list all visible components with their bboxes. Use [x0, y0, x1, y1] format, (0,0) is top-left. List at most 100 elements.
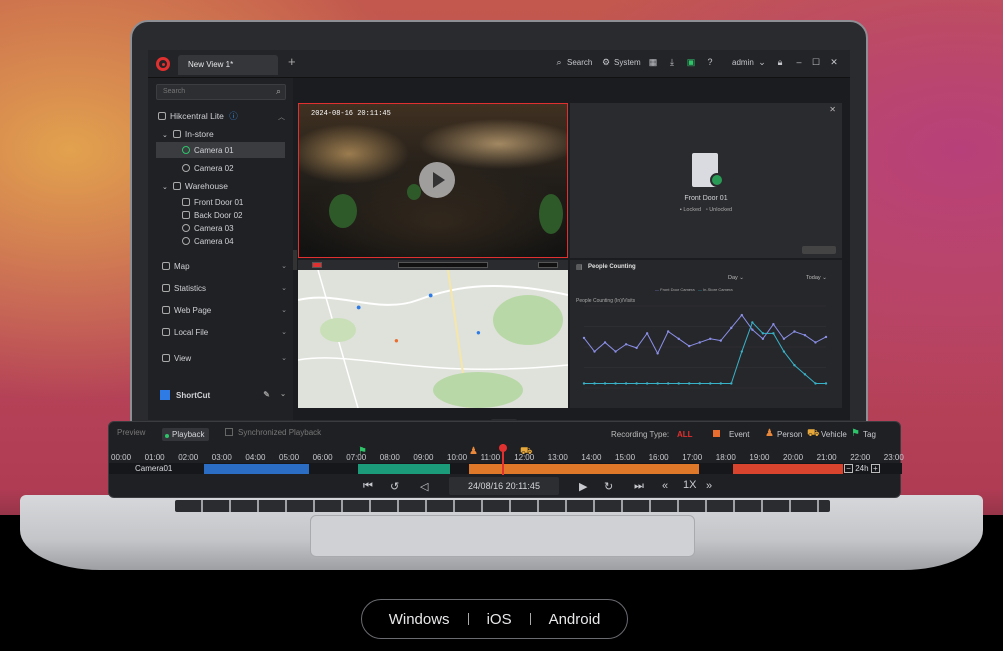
group-label: Warehouse: [184, 181, 229, 191]
camera-item[interactable]: Camera 03: [182, 224, 234, 233]
lock-icon[interactable]: 🔒︎: [774, 56, 786, 68]
tab-playback[interactable]: Playback: [162, 428, 210, 441]
splitter-handle[interactable]: [293, 250, 297, 270]
section-statistics[interactable]: Statistics ⌄: [162, 284, 287, 293]
playhead[interactable]: [499, 444, 507, 475]
view-icon: [162, 354, 170, 362]
legend-event: Event: [729, 430, 750, 439]
camera-item[interactable]: Camera 01: [156, 142, 285, 158]
play-icon[interactable]: ▶: [579, 480, 587, 493]
system-button[interactable]: System: [614, 58, 641, 67]
site-icon: [158, 112, 166, 120]
close-icon[interactable]: ✕: [828, 56, 840, 68]
door-pane[interactable]: ✕ Front Door 01 ▪ Locked ▫ Unlocked: [570, 103, 842, 258]
group-in-store[interactable]: ⌄ In-store: [162, 129, 214, 139]
camera-item[interactable]: Camera 04: [182, 237, 234, 246]
grid-icon[interactable]: ▦: [647, 56, 659, 68]
door-item[interactable]: Front Door 01: [182, 198, 243, 207]
sync-playback-toggle[interactable]: Synchronized Playback: [225, 428, 321, 437]
tab-preview[interactable]: Preview: [117, 428, 145, 437]
data-point: [593, 350, 596, 353]
map-pin-icon[interactable]: ●: [428, 290, 433, 300]
door-status-legend: ▪ Locked ▫ Unlocked: [570, 207, 842, 213]
maximize-icon[interactable]: ☐: [810, 56, 822, 68]
zoom-control[interactable]: − 24h +: [844, 464, 896, 474]
monitor-icon[interactable]: ▣: [685, 56, 697, 68]
tree-root[interactable]: Hikcentral Lite ⓘ: [158, 110, 238, 122]
chevron-down-icon: ⌄: [281, 355, 287, 362]
data-point: [698, 382, 701, 385]
play-icon[interactable]: [419, 162, 455, 198]
zoom-in-icon[interactable]: +: [870, 464, 880, 473]
user-menu[interactable]: admin: [732, 58, 754, 67]
vehicle-icon[interactable]: ⛟: [520, 446, 533, 459]
recording-type-label: Recording Type:: [611, 430, 670, 439]
shortcut-label: ShortCut: [176, 391, 211, 400]
map-pin-icon[interactable]: ●: [394, 336, 399, 345]
camera-icon: [182, 146, 190, 154]
door-item[interactable]: Back Door 02: [182, 211, 242, 220]
edit-icon[interactable]: ✎: [263, 390, 270, 399]
timeline-tick: 14:00: [581, 453, 602, 462]
recording-segment-blue[interactable]: [204, 464, 309, 474]
next-frame-icon[interactable]: ⏭︎: [634, 480, 644, 493]
legend-vehicle: Vehicle: [821, 430, 847, 439]
zoom-out-icon[interactable]: −: [844, 464, 853, 473]
resource-search-input[interactable]: Search ⌕: [156, 84, 286, 100]
search-icon[interactable]: ⌕: [553, 56, 565, 68]
rewind-10-icon[interactable]: ↺: [390, 480, 399, 493]
pane-toolbar[interactable]: [802, 246, 836, 254]
help-icon[interactable]: ?: [704, 56, 716, 68]
data-point: [782, 337, 786, 340]
timeline-tick: 08:00: [379, 453, 400, 462]
playback-datetime[interactable]: 24/08/16 20:11:45: [449, 477, 559, 495]
tab-new-view[interactable]: New View 1*: [178, 55, 278, 75]
map-pane[interactable]: ● ● ● ●: [298, 260, 568, 408]
data-point: [582, 382, 586, 385]
section-map[interactable]: Map ⌄: [162, 262, 287, 271]
forward-10-icon[interactable]: ↻: [604, 480, 613, 493]
timeline-tick: 16:00: [648, 453, 669, 462]
map-pin-icon[interactable]: ●: [476, 328, 481, 337]
minimize-icon[interactable]: –: [793, 56, 805, 68]
section-local-file[interactable]: Local File ⌄: [162, 328, 287, 337]
door-icon: [182, 198, 190, 206]
shortcut-section[interactable]: ShortCut ✎ ⌄: [160, 390, 286, 400]
tag-icon[interactable]: ⚑: [358, 446, 367, 457]
slower-icon[interactable]: «: [662, 480, 668, 492]
chevron-down-icon[interactable]: ⌄: [756, 56, 768, 68]
reverse-play-icon[interactable]: ◁: [420, 480, 428, 493]
event-icon: [713, 430, 720, 437]
data-point: [624, 343, 628, 346]
camera-label: Camera 03: [194, 224, 234, 233]
search-button[interactable]: Search: [567, 58, 592, 67]
series-line-1: [584, 321, 826, 384]
speed-label[interactable]: 1X: [683, 479, 696, 491]
gear-icon[interactable]: ⚙: [600, 56, 612, 68]
person-icon[interactable]: ♟: [469, 446, 478, 457]
people-counting-pane[interactable]: ▤ People Counting Day ⌄ Today ⌄ — Front …: [570, 260, 842, 408]
data-point: [761, 332, 765, 335]
recording-type-select[interactable]: ALL: [677, 430, 693, 439]
download-icon[interactable]: ⤓: [666, 56, 678, 68]
prev-frame-icon[interactable]: ⏮︎: [363, 480, 373, 493]
chevron-down-icon[interactable]: ⌄: [280, 390, 286, 398]
recording-segment-red[interactable]: [733, 464, 843, 474]
timeline-tick: 11:00: [480, 453, 501, 462]
group-warehouse[interactable]: ⌄ Warehouse: [162, 181, 228, 191]
data-point: [761, 337, 765, 340]
chevron-up-icon[interactable]: ︿: [278, 112, 285, 122]
section-web-page[interactable]: Web Page ⌄: [162, 306, 287, 315]
data-point: [803, 333, 807, 337]
map-pin-icon[interactable]: ●: [356, 302, 361, 312]
video-pane[interactable]: 2024-08-16 20:11:45: [298, 103, 568, 258]
close-icon[interactable]: ✕: [829, 105, 836, 114]
add-tab-button[interactable]: +: [288, 54, 296, 69]
section-view[interactable]: View ⌄: [162, 354, 287, 363]
camera-item[interactable]: Camera 02: [182, 164, 234, 173]
platforms-pill: Windows iOS Android: [361, 599, 628, 639]
recording-segment-green[interactable]: [358, 464, 450, 474]
timeline-tick: 01:00: [144, 453, 165, 462]
data-point: [688, 382, 691, 385]
faster-icon[interactable]: »: [706, 480, 712, 492]
